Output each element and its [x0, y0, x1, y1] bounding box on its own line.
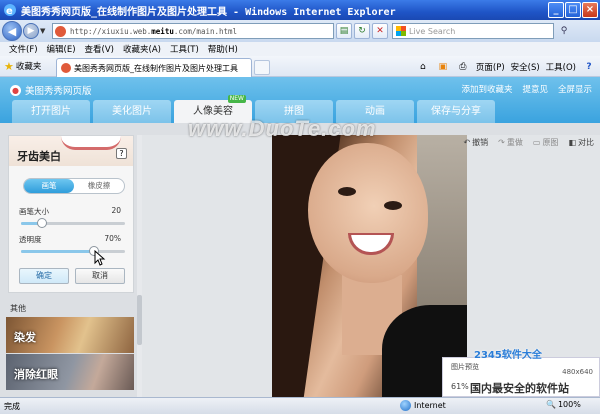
feeds-icon[interactable]: ▣	[436, 60, 450, 74]
fullscreen-link[interactable]: 全屏显示	[558, 83, 592, 95]
back-button[interactable]: ◀	[2, 21, 22, 41]
portrait-photo[interactable]	[272, 135, 467, 397]
opacity-label: 透明度	[19, 235, 42, 244]
menu-help[interactable]: 帮助(H)	[208, 43, 238, 55]
slogan-watermark: 国内最安全的软件站	[470, 382, 569, 395]
meitu-logo-icon: ●	[10, 84, 21, 96]
other-section-label: 其他	[10, 304, 26, 313]
feedback-link[interactable]: 提意见	[522, 83, 548, 95]
status-bar: 完成 Internet 🔍 100%	[0, 397, 600, 414]
menu-favorites[interactable]: 收藏夹(A)	[123, 43, 161, 55]
reset-button[interactable]: ▭ 原图	[533, 137, 559, 148]
svg-text:e: e	[6, 6, 13, 17]
tools-menu[interactable]: 工具(O)	[546, 61, 576, 73]
status-text: 完成	[4, 401, 20, 411]
teeth-banner	[61, 136, 121, 150]
undo-button[interactable]: ↶ 撤销	[463, 137, 488, 148]
red-eye-label: 消除红眼	[14, 368, 58, 381]
print-icon[interactable]: ⎙	[456, 60, 470, 74]
window-title: 美图秀秀网页版_在线制作图片及图片处理工具 - Windows Internet…	[21, 6, 396, 18]
home-icon[interactable]: ⌂	[416, 60, 430, 74]
maximize-button[interactable]: □	[565, 2, 581, 18]
new-tab-button[interactable]	[254, 60, 270, 75]
window-titlebar: e 美图秀秀网页版_在线制作图片及图片处理工具 - Windows Intern…	[0, 0, 600, 20]
close-button[interactable]: ×	[582, 2, 598, 18]
forward-button[interactable]: ▶	[23, 23, 39, 39]
tab-title: 美图秀秀网页版_在线制作图片及图片处理工具	[74, 63, 238, 73]
2345-watermark: 2345软件大全	[474, 350, 542, 361]
safety-menu[interactable]: 安全(S)	[511, 61, 540, 73]
ok-button[interactable]: 确定	[19, 268, 69, 284]
live-search-icon	[396, 26, 406, 36]
undo-icon: ↶	[463, 138, 471, 147]
menu-bar: 文件(F) 编辑(E) 查看(V) 收藏夹(A) 工具(T) 帮助(H)	[0, 42, 600, 56]
redo-icon: ↷	[498, 138, 505, 147]
image-dimensions: 480x640	[562, 368, 593, 376]
photo-toolbar: ↶ 撤销 ↷ 重做 ▭ 原图 ◧ 对比	[463, 137, 594, 148]
menu-view[interactable]: 查看(V)	[85, 43, 114, 55]
tab-beautify[interactable]: 美化图片	[93, 100, 171, 123]
menu-edit[interactable]: 编辑(E)	[47, 43, 76, 55]
brush-mode-button[interactable]: 画笔	[24, 179, 74, 193]
redo-button[interactable]: ↷ 重做	[498, 137, 523, 148]
brush-size-handle[interactable]	[37, 218, 47, 228]
favorites-button[interactable]: 收藏夹	[16, 60, 42, 72]
tab-favicon-icon	[61, 63, 71, 73]
compare-icon: ◧	[568, 138, 576, 147]
search-input[interactable]: Live Search	[392, 23, 554, 39]
hair-dye-label: 染发	[14, 331, 36, 344]
reset-icon: ▭	[532, 138, 541, 147]
add-favorite-link[interactable]: 添加到收藏夹	[461, 83, 512, 95]
app-name: 美图秀秀网页版	[25, 86, 92, 97]
new-badge: NEW	[227, 95, 246, 103]
address-bar[interactable]: http://xiuxiu.web.meitu.com/main.html	[52, 23, 334, 39]
menu-file[interactable]: 文件(F)	[9, 43, 38, 55]
address-toolbar: ◀ ▶ ▼ http://xiuxiu.web.meitu.com/main.h…	[0, 20, 600, 42]
opacity-slider[interactable]	[21, 246, 125, 256]
hair-dye-card[interactable]: 染发	[6, 317, 134, 353]
compare-button[interactable]: ◧ 对比	[568, 137, 594, 148]
tab-save-share[interactable]: 保存与分享	[417, 100, 495, 123]
history-dropdown-icon[interactable]: ▼	[40, 27, 49, 35]
browser-tab[interactable]: 美图秀秀网页版_在线制作图片及图片处理工具	[56, 58, 252, 77]
teeth-whitening-panel: 牙齿美白 ? 画笔 橡皮擦 画笔大小 20 透明度 70% 确定 取消	[8, 135, 134, 293]
help-icon[interactable]: ?	[582, 60, 596, 74]
red-eye-card[interactable]: 消除红眼	[6, 354, 134, 390]
brush-size-label: 画笔大小	[19, 207, 49, 216]
tab-open-image[interactable]: 打开图片	[12, 100, 90, 123]
site-favicon-icon	[55, 25, 66, 37]
security-zone: Internet	[400, 400, 446, 411]
search-icon[interactable]: ⚲	[556, 23, 572, 39]
menu-tools[interactable]: 工具(T)	[170, 43, 199, 55]
refresh-icon[interactable]: ↻	[354, 23, 370, 39]
panel-title: 牙齿美白	[17, 150, 61, 163]
help-button[interactable]: ?	[116, 148, 127, 159]
preview-title: 图片预览	[451, 363, 479, 371]
opacity-value: 70%	[104, 234, 121, 243]
mouse-cursor-icon	[94, 250, 106, 266]
minimize-button[interactable]: _	[548, 2, 564, 18]
duote-watermark: www.DuoTe.com	[188, 116, 377, 141]
favorites-star-icon[interactable]: ★	[4, 60, 14, 73]
compatibility-view-icon[interactable]: ▤	[336, 23, 352, 39]
page-menu[interactable]: 页面(P)	[476, 61, 505, 73]
cancel-button[interactable]: 取消	[75, 268, 125, 284]
command-bar: ⌂ ▣ ⎙ 页面(P) 安全(S) 工具(O) ?	[416, 58, 596, 76]
mode-toggle: 画笔 橡皮擦	[23, 178, 125, 194]
globe-icon	[400, 400, 411, 411]
address-url[interactable]: http://xiuxiu.web.meitu.com/main.html	[70, 27, 237, 36]
brush-size-value: 20	[111, 206, 121, 215]
eraser-mode-button[interactable]: 橡皮擦	[74, 179, 124, 193]
brush-size-slider[interactable]	[21, 218, 125, 228]
zoom-icon: 🔍	[546, 400, 556, 409]
stop-icon[interactable]: ✕	[372, 23, 388, 39]
ie-logo-icon: e	[4, 4, 16, 17]
zoom-percent: 61%	[451, 382, 469, 391]
tab-bar: ★ 收藏夹 美图秀秀网页版_在线制作图片及图片处理工具 ⌂ ▣ ⎙ 页面(P) …	[0, 56, 600, 77]
zoom-control[interactable]: 🔍 100%	[546, 400, 581, 409]
